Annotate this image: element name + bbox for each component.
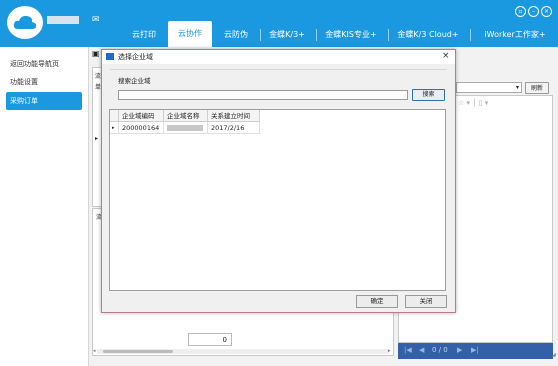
cell-name-redacted [167,125,203,131]
nav-divider [470,29,471,41]
row-pointer-icon[interactable]: ▸ [110,122,119,134]
scroll-left-icon[interactable]: ◂ [93,348,96,354]
group-divider [110,69,447,70]
scrollbar-thumb[interactable] [103,350,173,353]
next-page-icon[interactable]: ▶ [457,346,462,354]
select-enterprise-dialog: 选择企业域 × 搜索企业域 搜索 企业域编码 企业域名称 关系建立时间 ▸ 20… [101,49,456,313]
nav-kis[interactable]: 金蝶KIS专业+ [318,25,384,47]
row-pointer-icon: ▸ [95,135,99,142]
enterprise-grid: 企业域编码 企业域名称 关系建立时间 ▸ 200000164 2017/2/16 [109,109,446,291]
close-icon[interactable]: × [541,6,552,17]
nav-iworker[interactable]: iWorker工作家+ [474,25,556,47]
nav-cloud-collab[interactable]: 云协作 [168,21,212,47]
restore-icon[interactable]: ▫ [515,6,526,17]
search-input[interactable] [118,90,408,100]
mail-icon[interactable]: ✉ [92,15,100,25]
dialog-close-icon[interactable]: × [442,51,450,61]
resize-grip-icon[interactable]: ◢ [552,352,556,358]
nav-divider [316,29,317,41]
ok-button[interactable]: 确定 [356,295,398,308]
nav-cloud-print[interactable]: 云打印 [124,25,164,47]
bg-combo-box[interactable]: ▾ [456,82,522,93]
first-page-icon[interactable]: |◀ [404,346,412,354]
page-indicator: 0 / 0 [432,346,448,354]
dialog-titlebar: 选择企业域 × [102,50,455,64]
column-header-date[interactable]: 关系建立时间 [208,110,260,122]
minimize-icon[interactable]: – [528,6,539,17]
cell-name[interactable] [164,122,208,134]
sidebar-item-settings[interactable]: 功能设置 [6,73,82,91]
nav-cloud-anticounterfeit[interactable]: 云防伪 [216,25,256,47]
row-header-corner [110,110,119,122]
scroll-right-icon[interactable]: ▸ [388,348,391,354]
cloud-logo-icon [7,6,43,39]
top-bar: ✉ 云打印 云协作 云防伪 金蝶K/3+ 金蝶KIS专业+ 金蝶K/3 Clou… [0,0,558,47]
app-icon [106,53,114,60]
nav-divider [260,29,261,41]
account-name-redacted [47,16,79,24]
column-header-code[interactable]: 企业域编码 [119,110,164,122]
sidebar: 返回功能导航页 功能设置 采购订单 [0,47,89,366]
nav-divider [388,29,389,41]
prev-page-icon[interactable]: ◀ [419,346,424,354]
chevron-down-icon[interactable]: ▾ [516,84,519,91]
search-button[interactable]: 搜索 [412,89,445,101]
close-button[interactable]: 关闭 [405,295,447,308]
nav-k3-cloud[interactable]: 金蝶K/3 Cloud+ [390,25,466,47]
horizontal-scrollbar[interactable] [97,349,389,354]
refresh-button[interactable]: 刷新 [525,82,549,94]
column-header-name[interactable]: 企业域名称 [164,110,208,122]
sidebar-item-back-to-nav[interactable]: 返回功能导航页 [6,55,82,73]
cell-code[interactable]: 200000164 [119,122,164,134]
nav-k3[interactable]: 金蝶K/3+ [262,25,312,47]
cell-date[interactable]: 2017/2/16 [208,122,260,134]
toolbar-icons: ☆ ▾ │ ▯ ▾ [458,99,489,107]
sidebar-item-purchase-order[interactable]: 采购订单 [6,92,82,110]
search-label: 搜索企业域 [118,77,151,85]
pager-bar: |◀ ◀ 0 / 0 ▶ ▶| [398,343,553,359]
bottom-value-field[interactable]: 0 [188,333,232,346]
last-page-icon[interactable]: ▶| [471,346,479,354]
dialog-title: 选择企业域 [118,53,153,61]
